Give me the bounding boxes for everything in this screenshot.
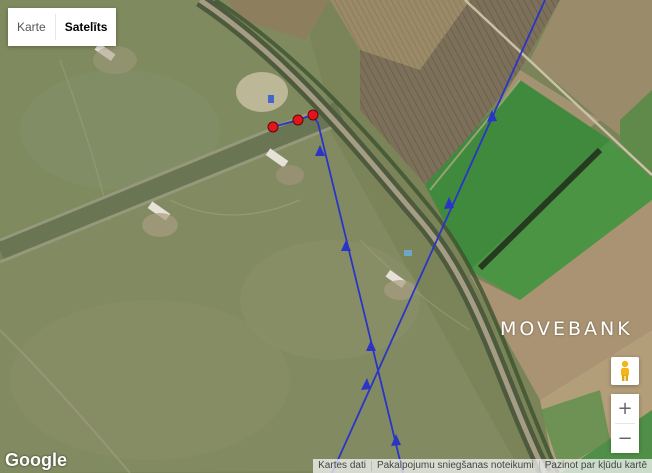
zoom-in-button[interactable]: + <box>611 394 639 423</box>
map-type-satellite-button[interactable]: Satelīts <box>55 8 117 46</box>
location-fix-marker[interactable] <box>292 114 304 126</box>
direction-arrow-icon <box>366 340 376 351</box>
location-fix-marker[interactable] <box>267 121 279 133</box>
map-type-control: Karte Satelīts <box>8 8 117 46</box>
map-canvas[interactable]: Karte Satelīts MOVEBANK + − Google Karte… <box>0 0 652 473</box>
movebank-watermark: MOVEBANK <box>500 318 633 340</box>
track-overlay <box>267 0 546 473</box>
zoom-control: + − <box>611 394 639 453</box>
google-logo: Google <box>5 450 67 470</box>
zoom-out-button[interactable]: − <box>611 424 639 453</box>
direction-arrow-icon <box>341 240 351 251</box>
map-type-map-button[interactable]: Karte <box>8 8 55 46</box>
direction-arrow-icon <box>391 434 401 446</box>
map-footer: Kartes dati Pakalpojumu sniegšanas notei… <box>313 459 652 473</box>
report-error-link[interactable]: Pazinot par kļūdu kartē <box>540 459 652 473</box>
map-data-link[interactable]: Kartes dati <box>313 459 371 473</box>
direction-arrow-icon <box>361 378 371 390</box>
location-fix-marker[interactable] <box>307 109 319 121</box>
street-view-button[interactable] <box>611 357 639 385</box>
direction-arrow-icon <box>444 197 454 209</box>
pegman-icon <box>621 360 629 381</box>
track-line-east <box>331 0 546 473</box>
track-line-west <box>272 113 404 473</box>
terms-link[interactable]: Pakalpojumu sniegšanas noteikumi <box>372 459 539 473</box>
